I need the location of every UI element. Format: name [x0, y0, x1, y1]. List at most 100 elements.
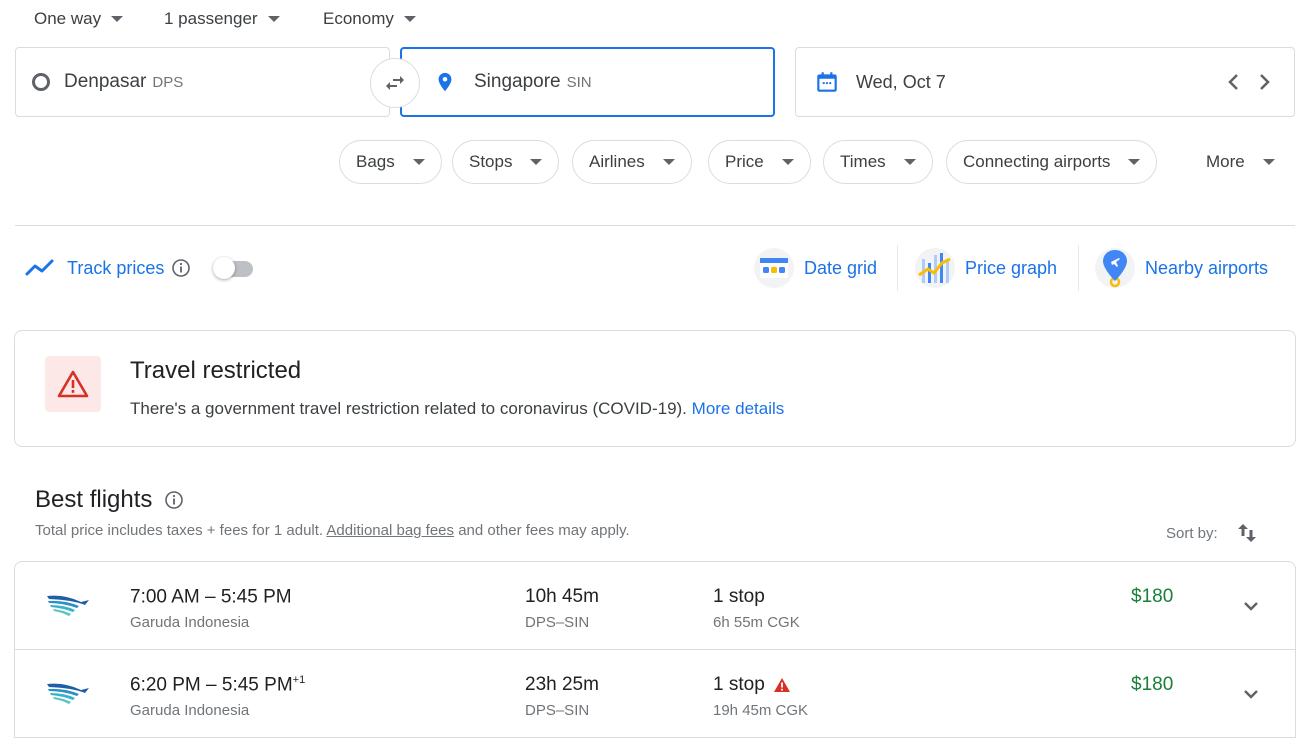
flight-list: 7:00 AM – 5:45 PM Garuda Indonesia 10h 4… [14, 561, 1296, 738]
track-prices-toggle[interactable] [213, 255, 254, 281]
stops-text: 1 stop [713, 674, 765, 695]
caret-down-icon [781, 159, 794, 165]
departure-date-field[interactable]: Wed, Oct 7 [795, 47, 1295, 117]
flight-stops: 1 stop [713, 586, 765, 608]
best-flights-subtitle: Total price includes taxes + fees for 1 … [35, 522, 630, 539]
destination-city: Singapore [474, 71, 561, 92]
best-flights-heading: Best flights [35, 486, 184, 514]
expand-button[interactable] [1240, 683, 1262, 705]
alert-description: There's a government travel restriction … [130, 399, 784, 419]
chevron-down-icon [1244, 602, 1258, 611]
flight-times: 7:00 AM – 5:45 PM [130, 586, 292, 608]
filter-times[interactable]: Times [823, 140, 933, 184]
passengers-select[interactable]: 1 passenger [164, 8, 280, 30]
caret-down-icon [903, 159, 916, 165]
price-graph-button[interactable]: Price graph [915, 245, 1057, 291]
flight-times: 6:20 PM – 5:45 PM+1 [130, 674, 305, 696]
caret-down-icon [662, 159, 675, 165]
filter-connecting-airports[interactable]: Connecting airports [946, 140, 1158, 184]
previous-date-button[interactable] [1224, 70, 1244, 99]
calendar-icon [817, 72, 837, 92]
trip-type-select[interactable]: One way [34, 8, 124, 30]
layover-info: 6h 55m CGK [713, 614, 800, 631]
origin-code: DPS [152, 73, 184, 91]
date-grid-label: Date grid [804, 257, 878, 278]
layover-info: 19h 45m CGK [713, 702, 809, 719]
filter-label: More [1206, 152, 1245, 171]
info-icon[interactable] [171, 258, 191, 278]
flight-row[interactable]: 6:20 PM – 5:45 PM+1 Garuda Indonesia 23h… [15, 650, 1295, 738]
sort-arrows-icon [1237, 524, 1256, 542]
subtitle-text: Total price includes taxes + fees for 1 … [35, 522, 324, 539]
filter-label: Stops [469, 152, 513, 171]
caret-down-icon [111, 16, 124, 22]
airline-name: Garuda Indonesia [130, 614, 250, 631]
warning-icon [773, 678, 790, 692]
tool-separator [897, 245, 898, 291]
stops-text: 1 stop [713, 586, 765, 607]
origin-circle-icon [32, 73, 50, 91]
caret-down-icon [1262, 159, 1275, 165]
flight-duration: 23h 25m [525, 674, 599, 695]
caret-down-icon [530, 159, 543, 165]
flight-duration: 10h 45m [525, 586, 599, 607]
trip-type-label: One way [34, 9, 102, 28]
travel-restriction-alert: Travel restricted There's a government t… [14, 330, 1296, 447]
track-prices-label: Track prices [67, 257, 165, 278]
day-offset: +1 [292, 674, 306, 686]
airline-name: Garuda Indonesia [130, 702, 250, 719]
filter-label: Price [725, 152, 764, 171]
location-pin-icon [438, 72, 452, 92]
info-icon[interactable] [164, 490, 184, 510]
nearby-airports-label: Nearby airports [1145, 257, 1269, 278]
filter-label: Times [840, 152, 886, 171]
price-graph-label: Price graph [965, 257, 1058, 278]
chevron-left-icon [1228, 74, 1238, 90]
flight-times-text: 6:20 PM – 5:45 PM [130, 674, 293, 696]
filter-price[interactable]: Price [708, 140, 811, 184]
date-grid-button[interactable]: Date grid [754, 245, 877, 291]
alert-title: Travel restricted [130, 357, 302, 384]
tool-separator [1078, 245, 1079, 291]
flight-price: $180 [1131, 674, 1174, 695]
flight-times-text: 7:00 AM – 5:45 PM [130, 586, 292, 608]
sort-label: Sort by: [1166, 524, 1218, 542]
track-prices: Track prices [25, 255, 254, 281]
price-graph-icon [915, 248, 955, 288]
filter-more[interactable]: More [1189, 140, 1292, 184]
chevron-right-icon [1260, 74, 1270, 90]
nearby-airports-button[interactable]: Nearby airports [1095, 245, 1268, 291]
additional-bag-fees-link[interactable]: Additional bag fees [326, 522, 454, 539]
caret-down-icon [412, 159, 425, 165]
chevron-down-icon [1244, 690, 1258, 699]
swap-arrows-icon [386, 76, 404, 90]
garuda-indonesia-logo [47, 683, 89, 704]
sort-control[interactable]: Sort by: [1166, 521, 1258, 545]
filter-bags[interactable]: Bags [339, 140, 442, 184]
departure-date: Wed, Oct 7 [856, 71, 946, 92]
cabin-class-select[interactable]: Economy [323, 8, 416, 30]
filter-label: Bags [356, 152, 395, 171]
flight-row[interactable]: 7:00 AM – 5:45 PM Garuda Indonesia 10h 4… [15, 562, 1295, 650]
destination-field[interactable]: Singapore SIN [400, 47, 775, 117]
origin-field[interactable]: Denpasar DPS [15, 47, 390, 117]
filter-stops[interactable]: Stops [452, 140, 560, 184]
filter-label: Connecting airports [963, 152, 1111, 171]
swap-button[interactable] [370, 58, 420, 108]
flight-route: DPS–SIN [525, 702, 590, 719]
next-date-button[interactable] [1254, 70, 1274, 99]
passengers-label: 1 passenger [164, 9, 258, 28]
section-divider [15, 225, 1295, 226]
filter-airlines[interactable]: Airlines [572, 140, 692, 184]
more-details-link[interactable]: More details [692, 399, 785, 418]
filter-label: Airlines [589, 152, 645, 171]
expand-button[interactable] [1240, 595, 1262, 617]
flight-route: DPS–SIN [525, 614, 590, 631]
cabin-class-label: Economy [323, 9, 394, 28]
warning-badge [45, 356, 101, 412]
alert-description-text: There's a government travel restriction … [130, 399, 687, 418]
date-grid-icon [754, 248, 794, 288]
caret-down-icon [267, 16, 280, 22]
trend-line-icon [25, 259, 54, 276]
caret-down-icon [1128, 159, 1141, 165]
